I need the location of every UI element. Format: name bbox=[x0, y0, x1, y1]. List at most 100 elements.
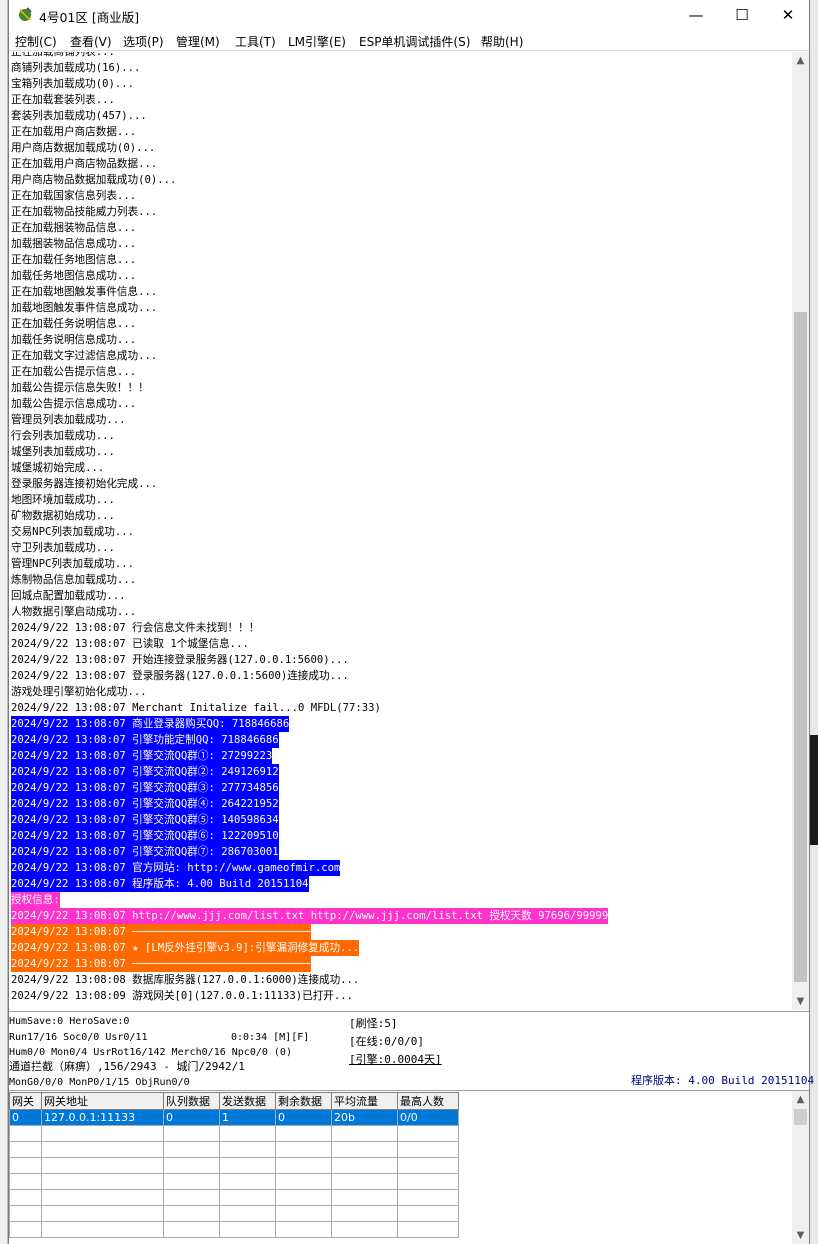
table-cell bbox=[41, 1173, 164, 1190]
log-line: 城堡城初始完成... bbox=[11, 462, 105, 474]
log-pane[interactable]: 正在加载商铺列表... 商铺列表加载成功(16)... 宝箱列表加载成功(0)...… bbox=[9, 52, 792, 1010]
menu-control[interactable]: 控制(C) bbox=[15, 33, 57, 50]
col-gateway-address[interactable]: 网关地址 bbox=[41, 1092, 164, 1110]
table-row-empty[interactable] bbox=[9, 1141, 459, 1158]
status-panel: HumSave:0 HeroSave:0 Run17/16 Soc0/0 Usr… bbox=[9, 1011, 814, 1090]
scroll-up-icon[interactable]: ▲ bbox=[792, 52, 809, 69]
log-line: 加载捆装物品信息成功... bbox=[11, 238, 137, 250]
log-line: 2024/9/22 13:08:07 引擎交流QQ群④: 264221952 bbox=[11, 796, 279, 812]
table-cell bbox=[41, 1141, 164, 1158]
col-avg-traffic[interactable]: 平均流量 bbox=[331, 1092, 398, 1110]
grid-scroll-up-icon[interactable]: ▲ bbox=[792, 1091, 809, 1108]
table-cell: 0 bbox=[275, 1109, 332, 1126]
log-line: 2024/9/22 13:08:07 ─────────────────────… bbox=[11, 956, 311, 972]
table-cell bbox=[331, 1221, 398, 1238]
log-line: 加载公告提示信息成功... bbox=[11, 398, 137, 410]
log-line: 用户商店物品数据加载成功(0)... bbox=[11, 174, 177, 186]
log-line: 2024/9/22 13:08:07 官方网站: http://www.game… bbox=[11, 860, 341, 876]
status-monsters: MonG0/0/0 MonP0/1/15 ObjRun0/0 bbox=[9, 1077, 190, 1088]
grid-scrollbar[interactable]: ▲ ▼ bbox=[792, 1091, 809, 1244]
table-row-empty[interactable] bbox=[9, 1189, 459, 1206]
log-line: 正在加载任务说明信息... bbox=[11, 318, 137, 330]
col-send-data[interactable]: 发送数据 bbox=[219, 1092, 276, 1110]
table-cell bbox=[163, 1205, 220, 1222]
log-line: 2024/9/22 13:08:07 引擎交流QQ群⑥: 122209510 bbox=[11, 828, 279, 844]
table-cell bbox=[397, 1173, 459, 1190]
table-row-empty[interactable] bbox=[9, 1173, 459, 1190]
log-line: 2024/9/22 13:08:07 已读取 1个城堡信息... bbox=[11, 638, 249, 650]
log-line: 矿物数据初始成功... bbox=[11, 510, 115, 522]
log-line: 正在加载文字过滤信息成功... bbox=[11, 350, 158, 362]
log-line: 人物数据引擎启动成功... bbox=[11, 606, 137, 618]
log-line: 2024/9/22 13:08:07 ─────────────────────… bbox=[11, 924, 311, 940]
log-line: 宝箱列表加载成功(0)... bbox=[11, 78, 135, 90]
table-cell bbox=[275, 1205, 332, 1222]
log-line: 回城点配置加载成功... bbox=[11, 590, 126, 602]
menu-help[interactable]: 帮助(H) bbox=[481, 33, 523, 50]
table-cell bbox=[41, 1125, 164, 1142]
log-line: 加载任务说明信息成功... bbox=[11, 334, 137, 346]
engine-days-label[interactable]: [引擎:0.0004天] bbox=[349, 1053, 442, 1067]
log-line: 2024/9/22 13:08:07 程序版本: 4.00 Build 2015… bbox=[11, 876, 309, 892]
log-line: 2024/9/22 13:08:07 http://www.jjj.com/li… bbox=[11, 908, 609, 924]
menu-esp-plugin[interactable]: ESP单机调试插件(S) bbox=[359, 33, 470, 50]
menu-tools[interactable]: 工具(T) bbox=[235, 33, 276, 50]
table-cell: 0/0 bbox=[397, 1109, 459, 1126]
menu-manage[interactable]: 管理(M) bbox=[176, 33, 220, 50]
table-cell bbox=[397, 1157, 459, 1174]
table-row-empty[interactable] bbox=[9, 1221, 459, 1238]
col-max-users[interactable]: 最高人数 bbox=[397, 1092, 459, 1110]
log-line: 游戏处理引擎初始化成功... bbox=[11, 686, 147, 698]
table-cell bbox=[41, 1157, 164, 1174]
table-cell bbox=[9, 1173, 42, 1190]
status-counts: Hum0/0 Mon0/4 UsrRot16/142 Merch0/16 Npc… bbox=[9, 1047, 292, 1058]
menu-view[interactable]: 查看(V) bbox=[70, 33, 112, 50]
table-cell bbox=[275, 1141, 332, 1158]
table-cell bbox=[331, 1141, 398, 1158]
col-queue-data[interactable]: 队列数据 bbox=[163, 1092, 220, 1110]
log-line: 正在加载用户商店数据... bbox=[11, 126, 137, 138]
close-button[interactable]: ✕ bbox=[765, 0, 811, 30]
table-row-empty[interactable] bbox=[9, 1125, 459, 1142]
grid-scroll-down-icon[interactable]: ▼ bbox=[792, 1227, 809, 1244]
minimize-button[interactable]: — bbox=[673, 0, 719, 30]
log-line: 管理NPC列表加载成功... bbox=[11, 558, 135, 570]
table-cell bbox=[219, 1189, 276, 1206]
table-cell bbox=[331, 1125, 398, 1142]
gateway-table[interactable]: 网关 网关地址 队列数据 发送数据 剩余数据 平均流量 最高人数 0 127.0.… bbox=[9, 1092, 459, 1238]
col-remaining-data[interactable]: 剩余数据 bbox=[275, 1092, 332, 1110]
title-bar[interactable]: 4号01区 [商业版] — ☐ ✕ bbox=[9, 0, 809, 30]
table-cell bbox=[163, 1157, 220, 1174]
log-line: 加载任务地图信息成功... bbox=[11, 270, 137, 282]
log-line: 2024/9/22 13:08:07 引擎交流QQ群③: 277734856 bbox=[11, 780, 279, 796]
log-line: 2024/9/22 13:08:07 引擎交流QQ群①: 27299223 bbox=[11, 748, 273, 764]
table-row-empty[interactable] bbox=[9, 1205, 459, 1222]
menu-lm-engine[interactable]: LM引擎(E) bbox=[288, 33, 346, 50]
col-gateway[interactable]: 网关 bbox=[9, 1092, 42, 1110]
log-scrollbar[interactable]: ▲ ▼ bbox=[792, 52, 809, 1010]
status-gate: 通道拦截（麻痹）,156/2943 - 城门/2942/1 bbox=[9, 1060, 245, 1073]
table-cell bbox=[9, 1221, 42, 1238]
log-line: 管理员列表加载成功... bbox=[11, 414, 126, 426]
log-line: 正在加载国家信息列表... bbox=[11, 190, 137, 202]
scroll-down-icon[interactable]: ▼ bbox=[792, 993, 809, 1010]
log-line: 正在加载公告提示信息... bbox=[11, 366, 137, 378]
table-cell bbox=[9, 1189, 42, 1206]
table-row-empty[interactable] bbox=[9, 1157, 459, 1174]
table-cell bbox=[275, 1189, 332, 1206]
desktop-dark-panel bbox=[810, 735, 818, 845]
table-cell bbox=[397, 1141, 459, 1158]
log-line: 正在加载套装列表... bbox=[11, 94, 115, 106]
menu-bar: 控制(C) 查看(V) 选项(P) 管理(M) 工具(T) LM引擎(E) ES… bbox=[9, 30, 809, 51]
scroll-thumb[interactable] bbox=[794, 312, 807, 982]
menu-options[interactable]: 选项(P) bbox=[123, 33, 164, 50]
log-line: 2024/9/22 13:08:07 引擎功能定制QQ: 718846686 bbox=[11, 732, 279, 748]
log-line: 用户商店数据加载成功(0)... bbox=[11, 142, 156, 154]
table-cell: 20b bbox=[331, 1109, 398, 1126]
table-cell bbox=[41, 1221, 164, 1238]
grid-scroll-thumb[interactable] bbox=[794, 1109, 807, 1125]
log-line: 炼制物品信息加载成功... bbox=[11, 574, 137, 586]
window-title: 4号01区 [商业版] bbox=[39, 10, 140, 25]
maximize-button[interactable]: ☐ bbox=[719, 0, 765, 30]
table-row[interactable]: 0 127.0.0.1:11133 0 1 0 20b 0/0 bbox=[9, 1109, 459, 1126]
